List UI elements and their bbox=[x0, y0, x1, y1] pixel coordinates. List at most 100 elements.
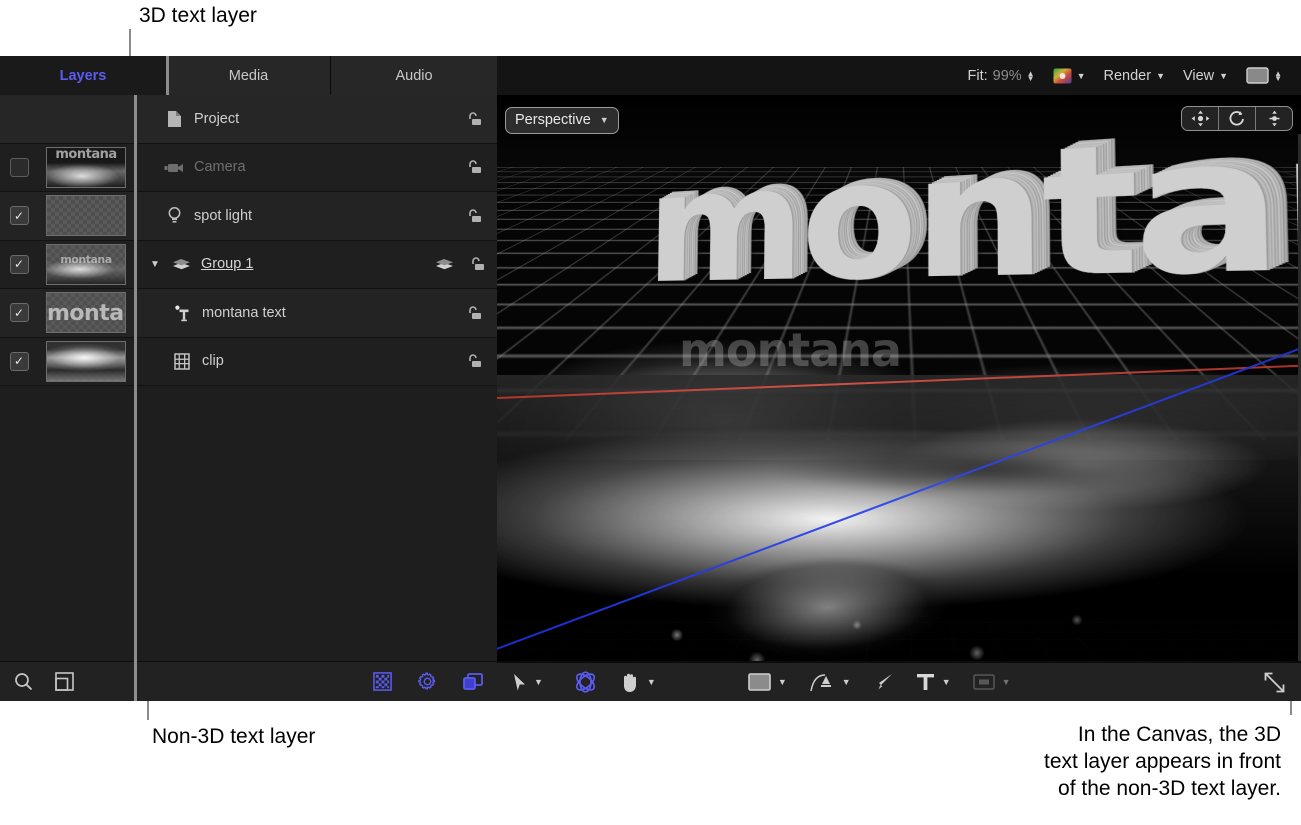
layer-visibility-checkbox[interactable]: ✓ bbox=[10, 206, 29, 225]
stepper-icon[interactable]: ▲▼ bbox=[1027, 71, 1035, 81]
table-row[interactable]: ✓ bbox=[0, 338, 497, 387]
pan-tool[interactable]: ▼ bbox=[620, 672, 656, 693]
row-thumb-cell bbox=[38, 195, 134, 236]
zoom-fit-control[interactable]: Fit: 99% ▲▼ bbox=[958, 68, 1043, 84]
chevron-down-icon[interactable]: ▼ bbox=[534, 677, 543, 687]
view-mode-label: Perspective bbox=[515, 112, 591, 128]
fit-value: 99% bbox=[993, 68, 1022, 84]
chevron-down-icon[interactable]: ▼ bbox=[942, 677, 951, 687]
text-3d-icon bbox=[170, 303, 194, 323]
layer-visibility-checkbox[interactable]: ✓ bbox=[10, 255, 29, 274]
table-row[interactable]: ✓ ▼ spot light bbox=[0, 192, 497, 241]
row-name-cell: ▼ Camera bbox=[134, 159, 451, 175]
row-checkbox-cell: ✓ bbox=[0, 303, 38, 322]
fullscreen-tool[interactable] bbox=[1264, 672, 1285, 693]
orbit-3d-icon[interactable] bbox=[1219, 107, 1256, 130]
bezier-tool[interactable]: ▼ bbox=[809, 672, 851, 693]
disclosure-triangle-icon: ▼ bbox=[148, 113, 162, 124]
stepper-icon[interactable]: ▲▼ bbox=[1274, 71, 1282, 81]
film-clip-icon bbox=[170, 353, 194, 370]
layer-thumbnail: montana bbox=[46, 244, 126, 285]
group-3d-icon bbox=[169, 257, 193, 271]
row-name-cell: ▼ Group 1 bbox=[134, 256, 431, 272]
disclosure-triangle-icon[interactable]: ▼ bbox=[148, 259, 162, 270]
mask-tool[interactable]: ▼ bbox=[973, 674, 1011, 690]
color-channels-control[interactable]: ▼ bbox=[1044, 68, 1095, 84]
canvas-panel: Fit: 99% ▲▼ bbox=[497, 56, 1301, 701]
chevron-down-icon[interactable]: ▼ bbox=[647, 677, 656, 687]
row-checkbox-cell: ✓ bbox=[0, 158, 38, 177]
row-name-cell: ▼ spot light bbox=[134, 206, 451, 225]
frame-icon[interactable] bbox=[55, 672, 74, 691]
chevron-down-icon: ▼ bbox=[1156, 71, 1165, 81]
search-icon[interactable] bbox=[14, 672, 33, 691]
lock-icon[interactable] bbox=[451, 208, 497, 224]
row-thumb-cell bbox=[38, 341, 134, 382]
lock-icon[interactable] bbox=[451, 159, 497, 175]
chevron-down-icon: ▼ bbox=[600, 115, 609, 125]
gear-icon[interactable] bbox=[418, 672, 437, 691]
layer-list: ▼ Project ✓ bbox=[0, 95, 497, 662]
lock-icon[interactable] bbox=[451, 305, 497, 321]
chevron-down-icon[interactable]: ▼ bbox=[842, 677, 851, 687]
layer-thumbnail bbox=[46, 341, 126, 382]
view-mode-dropdown[interactable]: Perspective ▼ bbox=[505, 107, 619, 134]
view-menu[interactable]: View ▼ bbox=[1174, 68, 1237, 84]
canvas-tools-toolbar: ▼ ▼ ▼ bbox=[497, 662, 1301, 701]
panel-tab-bar: Layers Media Audio bbox=[0, 56, 497, 96]
shape-tool[interactable]: ▼ bbox=[748, 673, 787, 691]
lock-icon[interactable] bbox=[457, 256, 497, 272]
group-3d-badge-icon bbox=[431, 257, 457, 271]
layer-visibility-checkbox[interactable]: ✓ bbox=[10, 158, 29, 177]
axis-line-x bbox=[497, 95, 1301, 662]
row-checkbox-cell: ✓ bbox=[0, 255, 38, 274]
layers-panel: Layers Media Audio ▼ Project bbox=[0, 56, 497, 701]
table-row[interactable]: ✓ montana ▼ Camera bbox=[0, 144, 497, 193]
render-label: Render bbox=[1104, 68, 1152, 84]
tab-divider bbox=[166, 56, 169, 95]
lock-icon[interactable] bbox=[451, 353, 497, 369]
table-row[interactable]: ▼ Project bbox=[0, 95, 497, 144]
row-checkbox-cell: ✓ bbox=[0, 352, 38, 371]
document-icon bbox=[162, 110, 186, 128]
layer-thumbnail: montana bbox=[46, 147, 126, 188]
pan-3d-icon[interactable] bbox=[1182, 107, 1219, 130]
tab-media[interactable]: Media bbox=[166, 56, 331, 95]
camera-icon bbox=[162, 161, 186, 174]
layers-bottom-toolbar bbox=[0, 661, 497, 701]
chevron-down-icon[interactable]: ▼ bbox=[1077, 71, 1086, 81]
disclosure-triangle-icon: ▼ bbox=[148, 162, 162, 173]
panels-icon[interactable] bbox=[463, 673, 483, 691]
chevron-down-icon[interactable]: ▼ bbox=[1002, 677, 1011, 687]
layer-name: Project bbox=[194, 111, 239, 127]
tab-layers[interactable]: Layers bbox=[0, 56, 166, 95]
canvas-viewport[interactable]: montana montana Perspective ▼ bbox=[497, 95, 1301, 662]
lock-icon[interactable] bbox=[451, 111, 497, 127]
render-menu[interactable]: Render ▼ bbox=[1095, 68, 1174, 84]
tab-layers-label: Layers bbox=[60, 68, 107, 84]
annotation-canvas-note-line2: text layer appears in front bbox=[1044, 749, 1281, 776]
text-tool[interactable]: ▼ bbox=[916, 672, 951, 692]
motion-app-window: Layers Media Audio ▼ Project bbox=[0, 56, 1301, 701]
chevron-down-icon[interactable]: ▼ bbox=[778, 677, 787, 687]
table-row[interactable]: ✓ montana bbox=[0, 289, 497, 338]
row-name-cell: montana text bbox=[134, 303, 451, 323]
color-wheel-icon bbox=[1053, 68, 1072, 84]
tab-audio[interactable]: Audio bbox=[331, 56, 497, 95]
annotation-canvas-note-line3: of the non-3D text layer. bbox=[1058, 776, 1281, 803]
layer-visibility-checkbox[interactable]: ✓ bbox=[10, 303, 29, 322]
transform-3d-tool[interactable] bbox=[573, 670, 598, 694]
layer-visibility-checkbox[interactable]: ✓ bbox=[10, 352, 29, 371]
paint-tool[interactable] bbox=[873, 672, 894, 693]
annotation-non-3d-text-layer: Non-3D text layer bbox=[152, 724, 315, 751]
layer-name: montana text bbox=[202, 305, 286, 321]
layer-list-divider bbox=[134, 95, 137, 662]
checkerboard-icon[interactable] bbox=[373, 672, 392, 691]
display-layout-control[interactable]: ▲▼ bbox=[1237, 67, 1291, 84]
display-icon bbox=[1246, 67, 1269, 84]
tab-audio-label: Audio bbox=[395, 68, 432, 84]
table-row[interactable]: ✓ montana ▼ bbox=[0, 241, 497, 290]
row-checkbox-cell: ✓ bbox=[0, 206, 38, 225]
dolly-3d-icon[interactable] bbox=[1256, 107, 1292, 130]
select-tool[interactable]: ▼ bbox=[513, 673, 543, 692]
